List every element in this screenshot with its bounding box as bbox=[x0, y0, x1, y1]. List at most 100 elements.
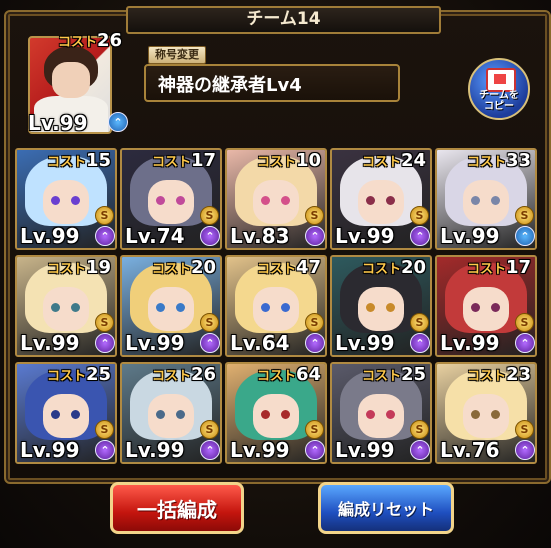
unit-face bbox=[148, 394, 194, 438]
unit-cost-label: コスト bbox=[47, 155, 87, 170]
s-rank-badge: S bbox=[410, 420, 429, 439]
unit-level: Lv.99 bbox=[335, 331, 395, 355]
unit-level: Lv.99 bbox=[440, 224, 500, 248]
unit-eye bbox=[51, 196, 60, 205]
unit-eye bbox=[261, 196, 270, 205]
unit-cost: コスト17 bbox=[467, 257, 531, 278]
leader-cost-label: コスト bbox=[58, 35, 98, 50]
unit-cost-value: 17 bbox=[191, 150, 217, 171]
title-field[interactable]: 神器の継承者Lv4 bbox=[144, 64, 400, 102]
unit-cost-value: 15 bbox=[86, 150, 112, 171]
s-rank-badge: S bbox=[410, 206, 429, 225]
unit-cost-value: 20 bbox=[191, 257, 217, 278]
unit-card[interactable]: コスト17 S Lv.99 ⌃ bbox=[435, 255, 537, 357]
unit-cost-label: コスト bbox=[362, 369, 402, 384]
unit-cost: コスト26 bbox=[152, 364, 216, 385]
unit-card[interactable]: コスト10 S Lv.83 ⌃ bbox=[225, 148, 327, 250]
unit-upgrade-icon: ⌃ bbox=[410, 333, 430, 353]
unit-eye bbox=[366, 303, 375, 312]
unit-card[interactable]: コスト24 S Lv.99 ⌃ bbox=[330, 148, 432, 250]
unit-card[interactable]: コスト19 S Lv.99 ⌃ bbox=[15, 255, 117, 357]
unit-card[interactable]: コスト33 S Lv.99 ⌃ bbox=[435, 148, 537, 250]
unit-eye bbox=[156, 303, 165, 312]
unit-eye bbox=[471, 303, 480, 312]
formation-reset-button[interactable]: 編成リセット bbox=[318, 482, 454, 534]
unit-card[interactable]: コスト26 S Lv.99 ⌃ bbox=[120, 362, 222, 464]
unit-cost: コスト20 bbox=[362, 257, 426, 278]
unit-card[interactable]: コスト25 S Lv.99 ⌃ bbox=[15, 362, 117, 464]
unit-card[interactable]: コスト17 S Lv.74 ⌃ bbox=[120, 148, 222, 250]
s-rank-badge: S bbox=[305, 206, 324, 225]
unit-card[interactable]: コスト47 S Lv.64 ⌃ bbox=[225, 255, 327, 357]
s-rank-badge: S bbox=[410, 313, 429, 332]
unit-cost: コスト19 bbox=[47, 257, 111, 278]
unit-face bbox=[358, 180, 404, 224]
unit-card[interactable]: コスト23 S Lv.76 ⌃ bbox=[435, 362, 537, 464]
unit-eye bbox=[261, 303, 270, 312]
unit-cost-value: 24 bbox=[401, 150, 427, 171]
unit-face bbox=[463, 180, 509, 224]
unit-level: Lv.99 bbox=[125, 331, 185, 355]
copy-label-line1: チームを bbox=[479, 90, 519, 101]
unit-face bbox=[253, 394, 299, 438]
unit-cost-label: コスト bbox=[362, 155, 402, 170]
unit-card[interactable]: コスト20 S Lv.99 ⌃ bbox=[330, 255, 432, 357]
unit-cost: コスト33 bbox=[467, 150, 531, 171]
unit-upgrade-icon: ⌃ bbox=[305, 226, 325, 246]
unit-upgrade-icon: ⌃ bbox=[200, 226, 220, 246]
title-change-label[interactable]: 称号変更 bbox=[148, 46, 206, 64]
unit-cost-label: コスト bbox=[467, 369, 507, 384]
s-rank-badge: S bbox=[95, 206, 114, 225]
unit-eye bbox=[71, 303, 80, 312]
copy-team-button[interactable]: チームを コピー bbox=[468, 58, 530, 120]
leader-slot[interactable]: コスト26 Lv.99 ⌃ bbox=[28, 30, 128, 135]
unit-card[interactable]: コスト15 S Lv.99 ⌃ bbox=[15, 148, 117, 250]
leader-cost: コスト26 bbox=[58, 30, 122, 51]
s-rank-badge: S bbox=[515, 420, 534, 439]
unit-card[interactable]: コスト20 S Lv.99 ⌃ bbox=[120, 255, 222, 357]
unit-upgrade-icon: ⌃ bbox=[515, 226, 535, 246]
unit-level: Lv.99 bbox=[125, 438, 185, 462]
auto-formation-button[interactable]: 一括編成 bbox=[110, 482, 244, 534]
unit-cost-value: 26 bbox=[191, 364, 217, 385]
unit-cost: コスト25 bbox=[362, 364, 426, 385]
unit-upgrade-icon: ⌃ bbox=[200, 333, 220, 353]
leader-face bbox=[52, 62, 90, 98]
unit-eye bbox=[281, 303, 290, 312]
unit-cost: コスト24 bbox=[362, 150, 426, 171]
unit-eye bbox=[51, 303, 60, 312]
unit-cost: コスト23 bbox=[467, 364, 531, 385]
unit-upgrade-icon: ⌃ bbox=[95, 333, 115, 353]
unit-card[interactable]: コスト25 S Lv.99 ⌃ bbox=[330, 362, 432, 464]
unit-cost: コスト25 bbox=[47, 364, 111, 385]
unit-eye bbox=[156, 196, 165, 205]
unit-cost-value: 64 bbox=[296, 364, 322, 385]
leader-cost-value: 26 bbox=[97, 30, 123, 51]
unit-eye bbox=[71, 196, 80, 205]
unit-eye bbox=[386, 196, 395, 205]
unit-face bbox=[253, 287, 299, 331]
unit-cost-value: 23 bbox=[506, 364, 532, 385]
unit-face bbox=[358, 394, 404, 438]
unit-eye bbox=[281, 196, 290, 205]
s-rank-badge: S bbox=[200, 206, 219, 225]
unit-level: Lv.99 bbox=[230, 438, 290, 462]
unit-level: Lv.99 bbox=[335, 438, 395, 462]
title-value: 神器の継承者Lv4 bbox=[158, 75, 302, 96]
unit-level: Lv.64 bbox=[230, 331, 290, 355]
s-rank-badge: S bbox=[515, 206, 534, 225]
unit-card[interactable]: コスト64 S Lv.99 ⌃ bbox=[225, 362, 327, 464]
unit-eye bbox=[471, 196, 480, 205]
unit-eye bbox=[176, 410, 185, 419]
unit-cost-label: コスト bbox=[47, 369, 87, 384]
unit-eye bbox=[491, 410, 500, 419]
unit-cost: コスト15 bbox=[47, 150, 111, 171]
unit-cost: コスト47 bbox=[257, 257, 321, 278]
unit-eye bbox=[366, 196, 375, 205]
unit-cost-value: 33 bbox=[506, 150, 532, 171]
unit-eye bbox=[386, 410, 395, 419]
unit-eye bbox=[491, 196, 500, 205]
team-name: チーム14 bbox=[126, 6, 441, 34]
unit-upgrade-icon: ⌃ bbox=[515, 333, 535, 353]
unit-face bbox=[43, 180, 89, 224]
